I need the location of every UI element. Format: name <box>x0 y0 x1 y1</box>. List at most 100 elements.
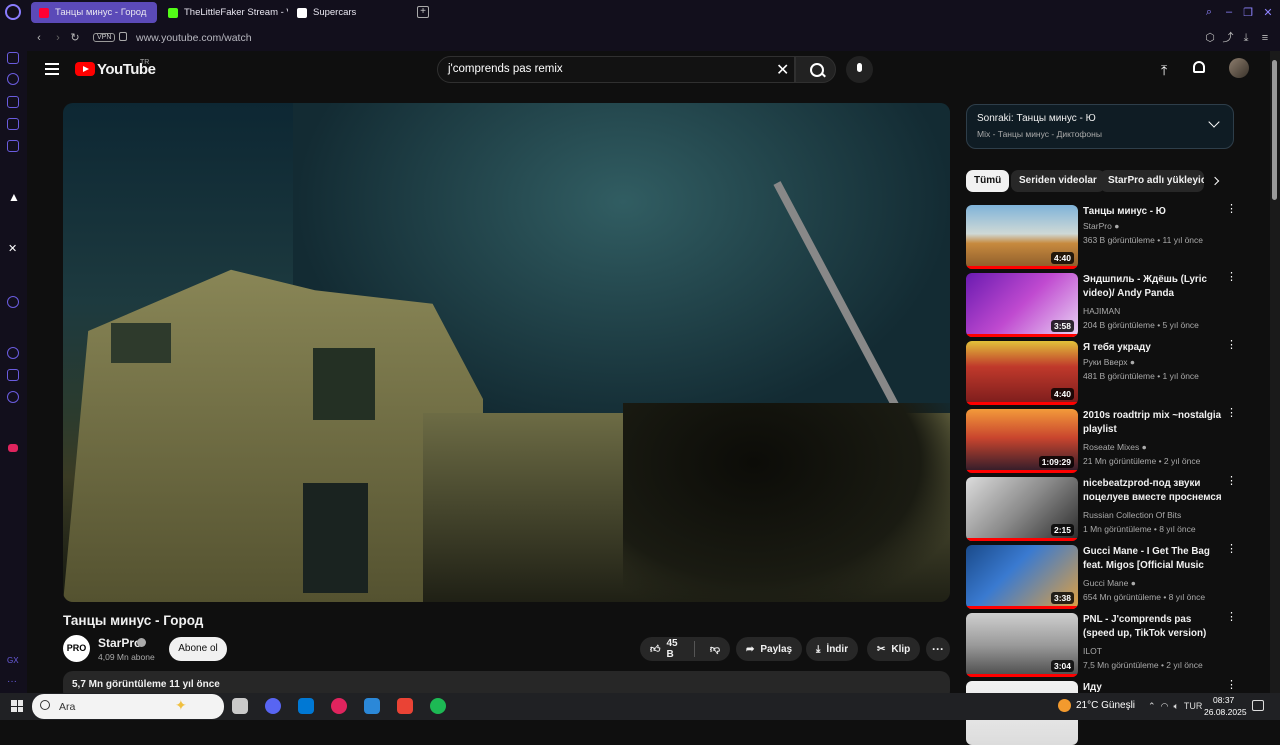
recommended-channel[interactable]: StarPro ● <box>1083 221 1119 231</box>
forward-icon[interactable]: › <box>51 31 65 45</box>
recommended-video[interactable]: 3:38Gucci Mane - I Get The Bag feat. Mig… <box>966 545 1246 609</box>
search-query[interactable]: j'comprends pas remix <box>448 63 563 75</box>
more-vert-icon[interactable]: ⋮ <box>1226 615 1229 627</box>
recommended-title[interactable]: 2010s roadtrip mix ~nostalgia playlist <box>1083 409 1223 436</box>
recommended-video[interactable]: 3:58Эндшпиль - Ждёшь (Lyric video)/ Andy… <box>966 273 1246 337</box>
more-actions-button[interactable]: ··· <box>926 637 950 661</box>
gx-control-icon[interactable] <box>7 52 19 64</box>
recommended-channel[interactable]: Roseate Mixes ● <box>1083 442 1147 452</box>
file-explorer-icon[interactable] <box>364 698 380 714</box>
chip-series[interactable]: Seriden videolar <box>1011 170 1105 192</box>
tab-kick-stream[interactable]: TheLittleFaker Stream - V <box>160 2 288 23</box>
notifications-icon[interactable] <box>1252 700 1264 711</box>
recommended-channel[interactable]: Russian Collection Of Bits <box>1083 510 1181 520</box>
up-next-panel[interactable] <box>966 104 1234 149</box>
url-field[interactable]: www.youtube.com/watch <box>136 32 252 44</box>
video-thumbnail[interactable]: 4:40 <box>966 341 1078 405</box>
download-button[interactable]: ⤓ İndir <box>806 637 858 661</box>
back-icon[interactable]: ‹ <box>32 31 46 45</box>
tab-supercars[interactable]: Supercars <box>289 2 415 23</box>
twitch-icon[interactable] <box>7 118 19 130</box>
player-icon[interactable] <box>7 296 19 308</box>
notifications-bell-icon[interactable] <box>1193 61 1205 73</box>
discord-icon[interactable] <box>265 698 281 714</box>
recommended-channel[interactable]: Руки Вверх ● <box>1083 357 1135 367</box>
reload-icon[interactable]: ↻ <box>68 31 82 45</box>
video-thumbnail[interactable]: 3:58 <box>966 273 1078 337</box>
recommended-title[interactable]: Я тебя украду <box>1083 341 1223 355</box>
recommended-title[interactable]: Gucci Mane - I Get The Bag feat. Migos [… <box>1083 545 1223 573</box>
language-indicator[interactable]: TUR <box>1184 701 1203 711</box>
clear-search-icon[interactable]: ✕ <box>776 60 789 80</box>
chevron-up-icon[interactable]: ⌃ <box>1148 701 1156 711</box>
recommended-channel[interactable]: Gucci Mane ● <box>1083 578 1136 588</box>
like-button[interactable]: 👍︎ 45 B <box>640 637 688 661</box>
recommended-channel[interactable]: HAJIMAN <box>1083 306 1120 316</box>
vpn-badge[interactable]: VPN <box>93 33 115 42</box>
recommended-channel[interactable]: ILOT <box>1083 646 1102 656</box>
windows-start-icon[interactable] <box>11 700 23 712</box>
close-icon[interactable]: ✕ <box>1261 6 1275 20</box>
recommended-video[interactable]: 4:40Танцы минус - ЮStarPro ●363 B görünt… <box>966 205 1246 269</box>
snapshot-icon[interactable]: ⤴ <box>1221 31 1235 45</box>
user-avatar[interactable] <box>1229 58 1249 78</box>
more-vert-icon[interactable]: ⋮ <box>1226 547 1229 559</box>
clock-time[interactable]: 08:37 <box>1213 695 1234 705</box>
wifi-icon[interactable]: ◠ <box>1161 701 1169 711</box>
vpn-pro-icon[interactable] <box>8 444 18 452</box>
minimize-icon[interactable]: – <box>1222 6 1236 20</box>
outlook-icon[interactable] <box>298 698 314 714</box>
voice-search-icon[interactable] <box>846 56 873 83</box>
opera-gx-taskbar-icon[interactable] <box>331 698 347 714</box>
dislike-button[interactable]: 👎︎ <box>700 637 730 661</box>
video-thumbnail[interactable]: 3:04 <box>966 613 1078 677</box>
app-icon[interactable] <box>397 698 413 714</box>
downloads-icon[interactable]: ⤓ <box>1239 31 1253 45</box>
search-tabs-icon[interactable]: ⌕ <box>1202 6 1216 20</box>
maximize-icon[interactable]: ❐ <box>1241 6 1255 20</box>
clock-date[interactable]: 26.08.2025 <box>1204 707 1247 717</box>
volume-icon[interactable]: 🔈︎ <box>1173 701 1178 711</box>
channel-name[interactable]: StarPro <box>98 636 141 650</box>
settings-gear-icon[interactable] <box>7 391 19 403</box>
more-vert-icon[interactable]: ⋮ <box>1226 479 1229 491</box>
recommended-title[interactable]: nicebeatzprod-под звуки поцелуев вместе … <box>1083 477 1223 504</box>
system-tray[interactable]: ⌃ ◠ 🔈︎ TUR <box>1148 701 1202 712</box>
chip-all[interactable]: Tümü <box>966 170 1009 192</box>
recommended-video[interactable]: 4:40Я тебя украдуРуки Вверх ●481 B görün… <box>966 341 1246 405</box>
messenger-icon[interactable] <box>7 140 19 152</box>
gx-games-icon[interactable] <box>7 96 19 108</box>
opera-logo-icon[interactable] <box>5 4 21 20</box>
tiktok-icon[interactable]: ▲ <box>8 190 20 204</box>
recommended-title[interactable]: Танцы минус - Ю <box>1083 205 1223 219</box>
sidebar-more-icon[interactable]: ··· <box>7 676 17 687</box>
youtube-logo-icon[interactable] <box>75 62 95 76</box>
recommended-video[interactable]: 1:09:292010s roadtrip mix ~nostalgia pla… <box>966 409 1246 473</box>
channel-avatar[interactable]: PRO <box>63 635 90 662</box>
lock-icon[interactable] <box>119 32 127 41</box>
more-vert-icon[interactable]: ⋮ <box>1226 343 1229 355</box>
scrollbar-thumb[interactable] <box>1272 60 1277 200</box>
share-button[interactable]: ➦ Paylaş <box>736 637 802 661</box>
video-thumbnail[interactable]: 3:38 <box>966 545 1078 609</box>
x-twitter-icon[interactable]: ✕ <box>8 242 17 255</box>
recommended-video[interactable]: 3:04PNL - J'comprends pas (speed up, Tik… <box>966 613 1246 677</box>
recommended-title[interactable]: PNL - J'comprends pas (speed up, TikTok … <box>1083 613 1223 640</box>
tab-youtube[interactable]: Танцы минус - Город <box>31 2 157 23</box>
extensions-sidebar-icon[interactable] <box>7 369 19 381</box>
new-tab-button[interactable]: + <box>417 6 429 18</box>
subscribe-button[interactable]: Abone ol <box>169 637 227 661</box>
gx-corner-icon[interactable] <box>7 73 19 85</box>
history-icon[interactable] <box>7 347 19 359</box>
create-upload-icon[interactable]: ⤒ <box>1161 62 1167 79</box>
chip-uploader[interactable]: StarPro adlı yükleyici <box>1100 170 1204 192</box>
video-thumbnail[interactable]: 4:40 <box>966 205 1078 269</box>
clip-button[interactable]: ✂ Klip <box>867 637 920 661</box>
browser-menu-icon[interactable]: ≡ <box>1258 31 1272 45</box>
more-vert-icon[interactable]: ⋮ <box>1226 411 1229 423</box>
weather-sun-icon[interactable] <box>1058 699 1071 712</box>
search-button[interactable] <box>795 56 836 83</box>
weather-text[interactable]: 21°C Güneşli <box>1076 700 1135 711</box>
spotify-icon[interactable] <box>430 698 446 714</box>
more-vert-icon[interactable]: ⋮ <box>1226 207 1229 219</box>
